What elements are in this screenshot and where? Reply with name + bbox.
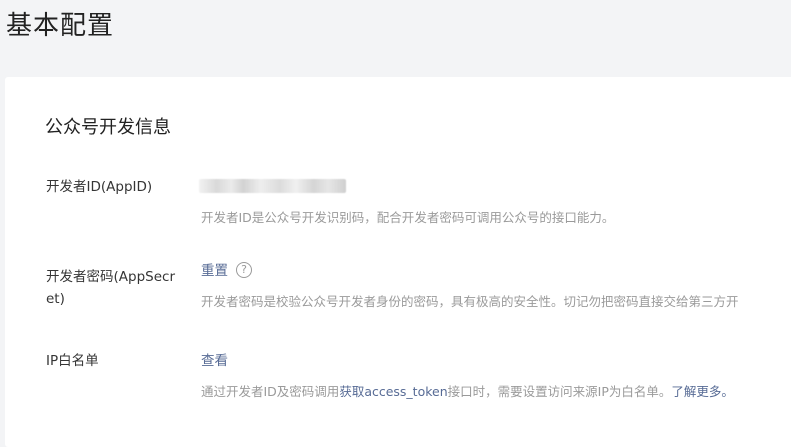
- reset-secret-link[interactable]: 重置: [201, 260, 228, 282]
- page-title: 基本配置: [6, 11, 115, 41]
- view-ip-whitelist-link[interactable]: 查看: [201, 350, 228, 372]
- ip-desc-middle: 接口时，需要设置访问来源IP为白名单。: [447, 384, 672, 399]
- appid-description: 开发者ID是公众号开发识别码，配合开发者密码可调用公众号的接口能力。: [201, 210, 615, 225]
- ip-whitelist-label: IP白名单: [46, 353, 99, 369]
- appid-value-redacted: [199, 179, 346, 193]
- developer-info-card: 公众号开发信息 开发者ID(AppID) 开发者ID是公众号开发识别码，配合开发…: [5, 77, 791, 447]
- section-title: 公众号开发信息: [45, 117, 171, 138]
- appid-label: 开发者ID(AppID): [46, 179, 153, 195]
- access-token-link[interactable]: 获取access_token: [339, 384, 447, 399]
- learn-more-link[interactable]: 了解更多。: [671, 384, 734, 399]
- question-circle-icon[interactable]: ?: [236, 262, 252, 278]
- appsecret-description: 开发者密码是校验公众号开发者身份的密码，具有极高的安全性。切记勿把密码直接交给第…: [201, 294, 739, 309]
- ip-whitelist-description: 通过开发者ID及密码调用获取access_token接口时，需要设置访问来源IP…: [201, 382, 734, 402]
- ip-desc-prefix: 通过开发者ID及密码调用: [201, 384, 340, 399]
- appsecret-label: 开发者密码(AppSecret): [46, 269, 175, 307]
